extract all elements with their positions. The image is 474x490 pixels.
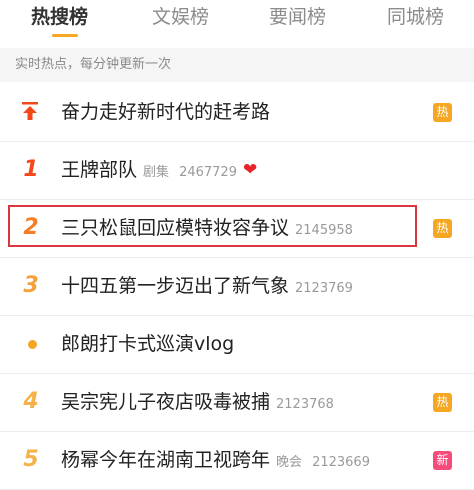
item-count: 2123768 xyxy=(276,397,334,412)
tab-news[interactable]: 要闻榜 xyxy=(269,2,326,32)
item-count: 2123769 xyxy=(295,281,353,296)
tab-entertainment[interactable]: 文娱榜 xyxy=(152,2,209,32)
item-title: 十四五第一步迈出了新气象 2123769 xyxy=(61,272,353,300)
hot-badge: 热 xyxy=(433,219,452,238)
item-category: 晚会 xyxy=(276,455,303,470)
update-notice: 实时热点，每分钟更新一次 xyxy=(0,48,474,82)
item-title-text: 十四五第一步迈出了新气象 xyxy=(61,275,290,297)
list-item[interactable]: 1 王牌部队 剧集 2467729 ❤ xyxy=(0,142,474,200)
list-item[interactable]: 5 杨幂今年在湖南卫视跨年 晚会 2123669 新 xyxy=(0,432,474,490)
new-badge: 新 xyxy=(433,451,452,470)
item-title: 杨幂今年在湖南卫视跨年 晚会 2123669 xyxy=(61,446,370,474)
item-title-text: 郎朗打卡式巡演vlog xyxy=(61,333,235,355)
hot-badge: 热 xyxy=(433,393,452,412)
highlight-box xyxy=(8,205,417,247)
item-category: 剧集 xyxy=(143,165,170,180)
pin-top-icon xyxy=(22,102,38,120)
heart-icon: ❤ xyxy=(242,160,258,180)
tab-local[interactable]: 同城榜 xyxy=(387,2,444,32)
list-item[interactable]: 郎朗打卡式巡演vlog xyxy=(0,316,474,374)
list-item[interactable]: 奋力走好新时代的赶考路 热 xyxy=(0,84,474,142)
active-tab-indicator xyxy=(52,34,78,37)
item-title-text: 杨幂今年在湖南卫视跨年 xyxy=(61,449,271,471)
item-title: 奋力走好新时代的赶考路 xyxy=(61,98,270,126)
dot-icon xyxy=(28,340,37,349)
rank-number: 3 xyxy=(23,273,39,298)
rank-number: 4 xyxy=(23,389,39,414)
rank-number: 1 xyxy=(23,157,39,182)
item-title-text: 吴宗宪儿子夜店吸毒被捕 xyxy=(61,391,271,413)
list-item[interactable]: 3 十四五第一步迈出了新气象 2123769 xyxy=(0,258,474,316)
item-title-text: 王牌部队 xyxy=(61,159,138,181)
item-count: 2123669 xyxy=(312,455,370,470)
tab-bar: 热搜榜 文娱榜 要闻榜 同城榜 xyxy=(0,0,474,37)
item-title-text: 奋力走好新时代的赶考路 xyxy=(61,101,271,123)
list-item[interactable]: 4 吴宗宪儿子夜店吸毒被捕 2123768 热 xyxy=(0,374,474,432)
item-count: 2467729 xyxy=(179,165,237,180)
item-title: 吴宗宪儿子夜店吸毒被捕 2123768 xyxy=(61,388,334,416)
hot-badge: 热 xyxy=(433,103,452,122)
item-title: 王牌部队 剧集 2467729 ❤ xyxy=(61,156,257,184)
tab-hot-search[interactable]: 热搜榜 xyxy=(31,2,88,32)
item-title: 郎朗打卡式巡演vlog xyxy=(61,330,234,358)
rank-number: 5 xyxy=(23,447,39,472)
